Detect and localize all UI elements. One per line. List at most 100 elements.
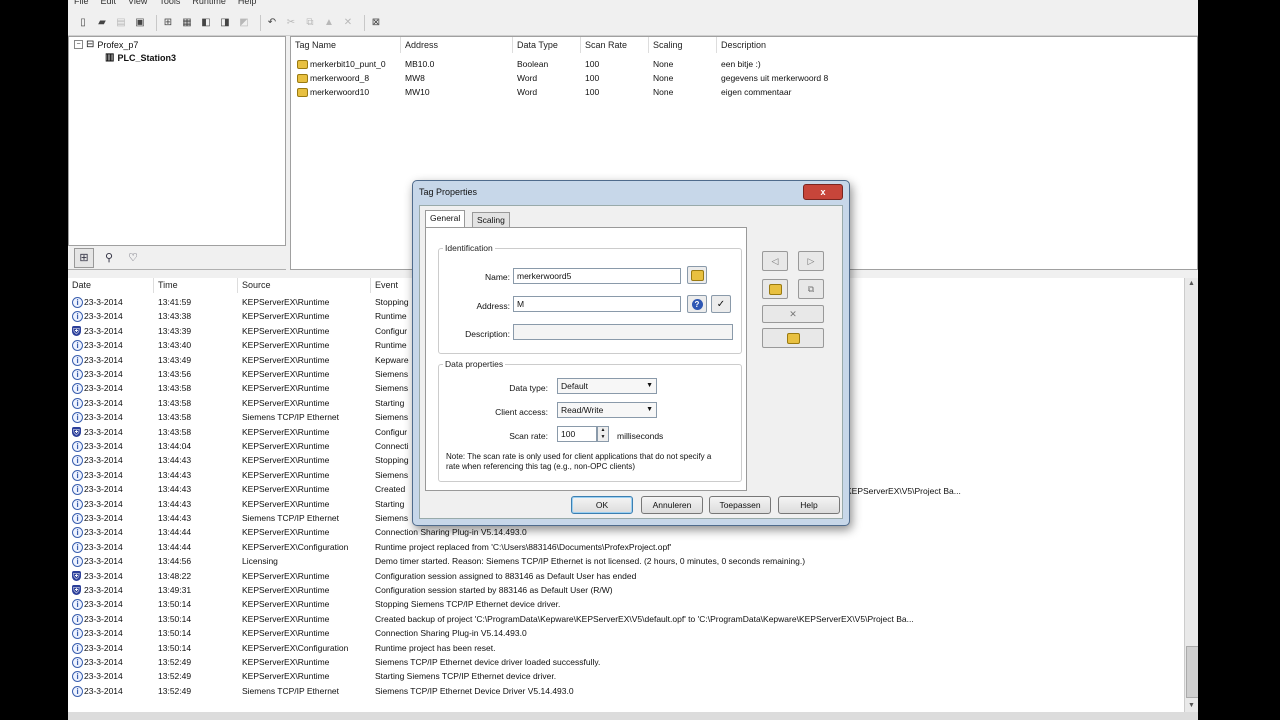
event-event: Configur (375, 325, 408, 336)
scan-rate-input[interactable]: 100 (557, 426, 597, 442)
tree-root[interactable]: − ⊟ Profex_p7 (74, 39, 138, 50)
menu-view[interactable]: View (122, 0, 153, 8)
new-project-icon[interactable]: ▯ (76, 16, 90, 30)
col-scaling[interactable]: Scaling (649, 37, 717, 53)
event-row[interactable]: i 23-3-2014 13:52:49 KEPServerEX\Runtime Sta… (68, 671, 1178, 685)
cancel-button[interactable]: Annuleren (641, 496, 703, 514)
cut-icon[interactable]: ✂ (284, 16, 298, 30)
tab-scaling[interactable]: Scaling (472, 212, 510, 228)
name-input[interactable]: merkerwoord5 (513, 268, 681, 284)
save-icon-disabled[interactable]: ▤ (114, 16, 128, 30)
identification-label: Identification (443, 243, 495, 253)
event-row[interactable]: i 23-3-2014 13:50:14 KEPServerEX\Runtime Cre… (68, 613, 1178, 628)
col-data-type[interactable]: Data Type (513, 37, 581, 53)
event-log-scrollbar[interactable]: ▲ ▼ (1184, 278, 1198, 712)
menu-runtime[interactable]: Runtime (186, 0, 232, 8)
event-time: 13:41:59 (158, 297, 192, 307)
event-event: Siemens TCP/IP Ethernet Device Driver V5… (375, 685, 574, 696)
col-time[interactable]: Time (154, 278, 238, 293)
event-date: 23-3-2014 (84, 311, 123, 322)
event-event: Demo timer started. Reason: Siemens TCP/… (375, 556, 806, 567)
menu-tools[interactable]: Tools (153, 0, 186, 8)
event-row[interactable]: i 23-3-2014 13:52:49 KEPServerEX\Runtime Sie… (68, 657, 1178, 671)
col-scan-rate[interactable]: Scan Rate (581, 37, 649, 53)
col-address[interactable]: Address (401, 37, 513, 53)
description-label: Description: (465, 329, 510, 339)
scroll-thumb[interactable] (1186, 646, 1198, 698)
new-device-icon[interactable]: ▦ (180, 16, 194, 30)
address-input[interactable]: M (513, 296, 681, 312)
event-row[interactable]: ⛨ 23-3-2014 13:49:31 KEPServerEX\Runtime Con… (68, 585, 1178, 599)
info-icon: i (72, 685, 83, 697)
scroll-up-icon[interactable]: ▲ (1185, 278, 1198, 290)
collapse-icon[interactable]: − (74, 40, 83, 49)
tag-scaling: None (653, 59, 674, 69)
tag-list-button[interactable] (762, 328, 824, 348)
event-row[interactable]: ⛨ 23-3-2014 13:48:22 KEPServerEX\Runtime Con… (68, 570, 1178, 585)
copy-tag-button[interactable]: ⧉ (798, 279, 824, 299)
scan-rate-unit: milliseconds (617, 431, 664, 441)
menu-edit[interactable]: Edit (95, 0, 123, 8)
scroll-down-icon[interactable]: ▼ (1185, 700, 1198, 712)
info-icon: i (72, 599, 83, 611)
event-source: KEPServerEX\Configuration (242, 541, 349, 552)
plugin-view-icon[interactable]: ♡ (124, 249, 142, 267)
address-check-button[interactable]: ✓ (711, 295, 731, 313)
apply-button[interactable]: Toepassen (709, 496, 771, 514)
tag-type: Word (517, 73, 538, 83)
event-row[interactable]: i 23-3-2014 13:44:56 Licensing Demo timer st… (68, 556, 1178, 570)
quick-client-icon[interactable]: ⊠ (369, 16, 383, 30)
event-event: Runtime project has been reset. (375, 642, 496, 653)
delete-tag-button[interactable]: ✕ (762, 305, 824, 323)
dialog-close-button[interactable]: x (803, 184, 843, 200)
col-date[interactable]: Date (68, 278, 154, 293)
description-input[interactable] (513, 324, 733, 340)
previous-tag-button[interactable]: ◁ (762, 251, 788, 271)
event-event: Stopping (375, 297, 409, 307)
event-time: 13:44:43 (158, 513, 192, 523)
delete-icon[interactable]: ✕ (341, 16, 355, 30)
address-hint-button[interactable]: ? (687, 295, 707, 313)
col-description[interactable]: Description (717, 37, 1197, 53)
tag-group-icon[interactable]: ◨ (218, 16, 232, 30)
event-row[interactable]: i 23-3-2014 13:50:14 KEPServerEX\Runtime Con… (68, 628, 1178, 642)
info-icon: i (72, 340, 83, 352)
new-tag-button[interactable] (762, 279, 788, 299)
tree-device[interactable]: ▥ PLC_Station3 (105, 52, 176, 63)
link-view-icon[interactable]: ⚲ (100, 249, 118, 267)
col-tag-name[interactable]: Tag Name (291, 37, 401, 53)
event-row[interactable]: i 23-3-2014 13:44:44 KEPServerEX\Runtime Con… (68, 527, 1178, 541)
event-row[interactable]: i 23-3-2014 13:52:49 Siemens TCP/IP Etherne… (68, 685, 1178, 700)
tag-description: eigen commentaar (721, 87, 792, 97)
undo-icon[interactable]: ↶ (265, 16, 279, 30)
event-source: KEPServerEX\Runtime (242, 570, 330, 581)
copy-icon[interactable]: ⧉ (303, 16, 317, 30)
next-tag-button[interactable]: ▷ (798, 251, 824, 271)
checkmark-icon: ✓ (716, 298, 726, 310)
event-row[interactable]: i 23-3-2014 13:44:44 KEPServerEX\Configurat… (68, 541, 1178, 556)
address-label: Address: (476, 301, 510, 311)
open-project-icon[interactable]: ▰ (95, 16, 109, 30)
client-access-select[interactable]: Read/Write ▼ (557, 402, 657, 418)
dropdown-arrow-icon: ▼ (646, 406, 653, 413)
event-event: Stopping (375, 455, 409, 466)
bulk-tag-icon[interactable]: ◩ (237, 16, 251, 30)
scan-rate-spinner[interactable]: ▲ ▼ (597, 426, 609, 442)
menu-help[interactable]: Help (232, 0, 263, 8)
paste-icon[interactable]: ▲ (322, 16, 336, 30)
menu-file[interactable]: File (68, 0, 95, 8)
project-view-icon[interactable]: ⊞ (74, 247, 94, 268)
event-row[interactable]: i 23-3-2014 13:50:14 KEPServerEX\Runtime Sto… (68, 599, 1178, 613)
col-source[interactable]: Source (238, 278, 371, 293)
new-channel-icon[interactable]: ⊞ (161, 16, 175, 30)
data-type-select[interactable]: Default ▼ (557, 378, 657, 394)
event-source: KEPServerEX\Runtime (242, 469, 330, 480)
tag-browse-button[interactable] (687, 266, 707, 284)
help-button[interactable]: Help (778, 496, 840, 514)
event-time: 13:43:58 (158, 412, 192, 423)
new-tag-icon[interactable]: ◧ (199, 16, 213, 30)
event-row[interactable]: i 23-3-2014 13:50:14 KEPServerEX\Configurat… (68, 642, 1178, 657)
ok-button[interactable]: OK (571, 496, 633, 514)
save-as-icon[interactable]: ▣ (133, 16, 147, 30)
event-date: 23-3-2014 (84, 685, 123, 696)
